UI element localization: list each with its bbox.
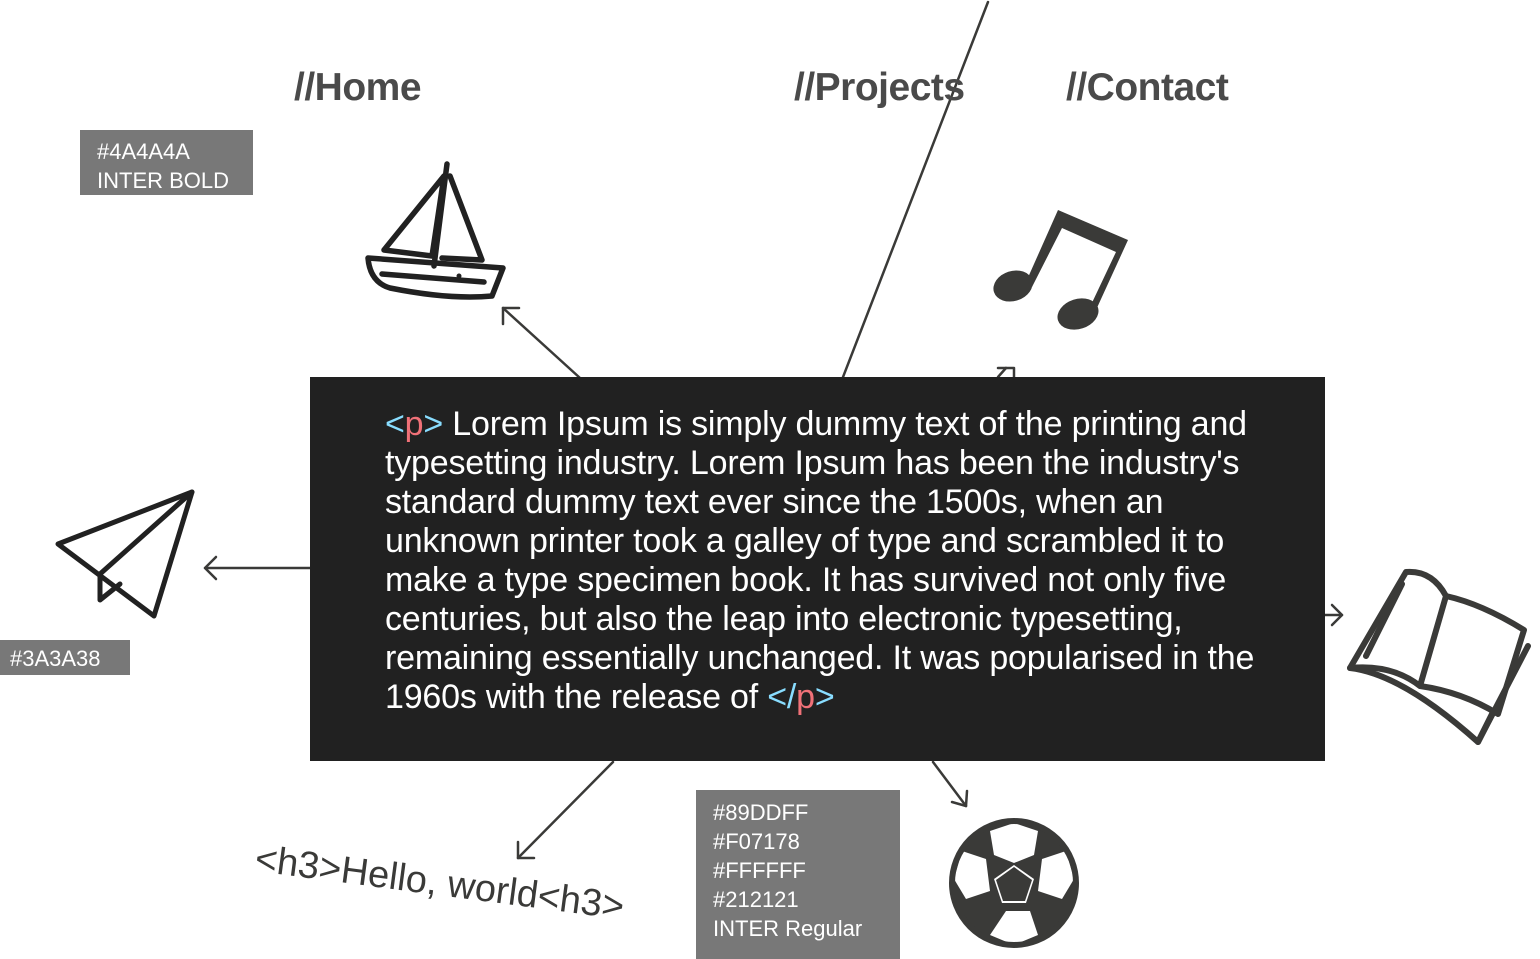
swatch-color: #FFFFFF [713,858,806,883]
arrow-to-hello [516,760,615,860]
open-tag-end-bracket: > [423,405,444,443]
soccer-ball-icon [949,818,1079,948]
swatch-font: INTER BOLD [97,168,230,193]
open-tag-bracket: < [385,405,405,443]
diagonal-line [836,0,990,392]
paper-plane-icon [55,489,195,619]
swatch-color: #212121 [713,887,799,912]
swatch-color: #F07178 [713,829,800,854]
close-tag-end-bracket: > [814,678,835,716]
icon-color-swatch: #3A3A38 [0,640,130,675]
heading-style-swatch: #4A4A4A INTER BOLD [80,130,253,195]
nav-home-link[interactable]: //Home [294,66,422,110]
swatch-color: #3A3A38 [10,646,101,671]
nav-contact-link[interactable]: //Contact [1066,66,1229,110]
swatch-color: #4A4A4A [97,139,190,164]
code-style-swatch: #89DDFF #F07178 #FFFFFF #212121 INTER Re… [696,790,900,959]
music-note-icon [993,210,1128,330]
code-paragraph-block: <p> Lorem Ipsum is simply dummy text of … [310,377,1325,761]
nav-projects-link[interactable]: //Projects [794,66,965,110]
sailboat-icon [365,161,506,300]
close-tag-bracket: </ [767,678,797,716]
swatch-font: INTER Regular [713,916,863,941]
arrow-to-music-note [996,366,1008,379]
close-tag-name: p [796,678,815,716]
open-book-icon [1347,568,1531,745]
code-paragraph: <p> Lorem Ipsum is simply dummy text of … [385,405,1295,717]
arrow-to-soccer-ball [931,760,968,808]
paragraph-body: Lorem Ipsum is simply dummy text of the … [385,405,1255,716]
open-tag-name: p [404,405,424,443]
swatch-color: #89DDFF [713,800,809,825]
arrow-to-sailboat [501,306,582,380]
